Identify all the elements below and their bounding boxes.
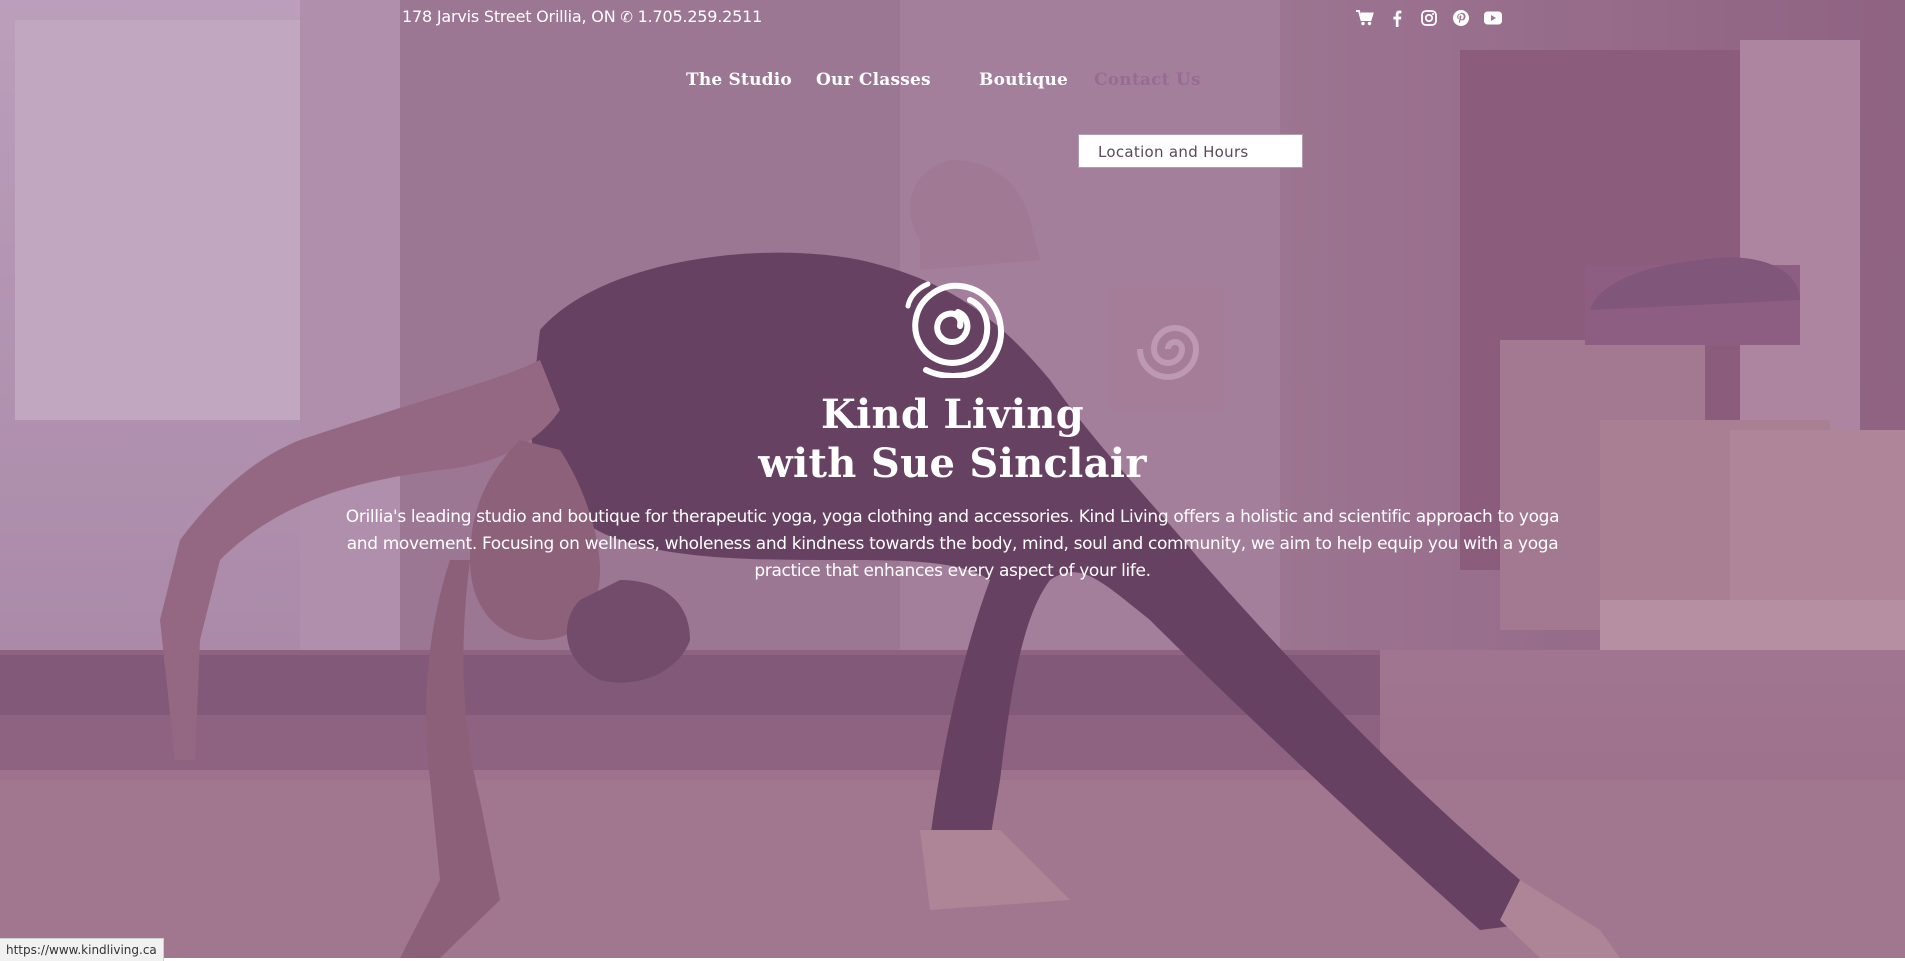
pinterest-icon[interactable]	[1445, 6, 1477, 30]
topbar-contact: 178 Jarvis Street Orillia, ON ✆ 1.705.25…	[402, 7, 762, 27]
nav-contact-us[interactable]: Contact Us	[1094, 70, 1201, 90]
nav-boutique[interactable]: Boutique	[979, 70, 1068, 90]
phone-icon: ✆	[620, 8, 633, 26]
hero-description: Orillia's leading studio and boutique fo…	[345, 507, 1560, 581]
instagram-icon[interactable]	[1413, 6, 1445, 30]
main-nav: The Studio Our Classes Boutique Contact …	[0, 70, 1905, 96]
social-links	[1349, 6, 1509, 30]
browser-status-bar: https://www.kindliving.ca	[0, 938, 164, 961]
cart-icon[interactable]	[1349, 6, 1381, 30]
facebook-icon[interactable]	[1381, 6, 1413, 30]
hero-section: 178 Jarvis Street Orillia, ON ✆ 1.705.25…	[0, 0, 1905, 958]
spiral-logo-icon	[905, 281, 1004, 378]
nav-the-studio[interactable]: The Studio	[686, 70, 792, 90]
hero-title-line1: Kind Living	[820, 391, 1085, 438]
hero-title: Kind Living with Sue Sinclair	[0, 390, 1905, 488]
browser-viewport: 178 Jarvis Street Orillia, ON ✆ 1.705.25…	[0, 0, 1905, 961]
hero-title-line2: with Sue Sinclair	[758, 440, 1147, 487]
nav-our-classes[interactable]: Our Classes	[816, 70, 931, 90]
youtube-icon[interactable]	[1477, 6, 1509, 30]
dropdown-item-location-hours[interactable]: Location and Hours	[1098, 143, 1249, 161]
phone-link[interactable]: 1.705.259.2511	[638, 7, 763, 26]
address-text: 178 Jarvis Street Orillia, ON	[402, 7, 616, 26]
contact-dropdown-menu: Location and Hours	[1078, 134, 1303, 168]
